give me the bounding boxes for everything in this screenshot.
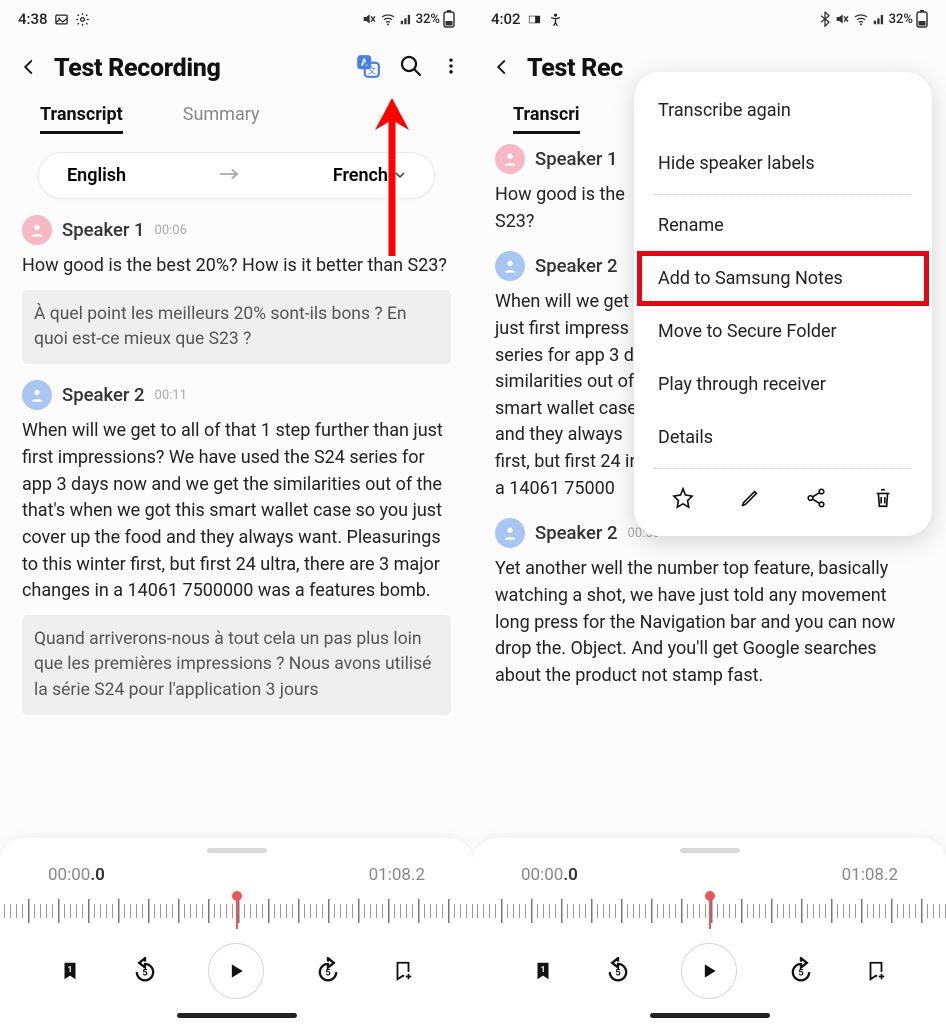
bookmark-button[interactable]: 1: [532, 959, 554, 983]
avatar-icon: [22, 380, 52, 410]
play-button[interactable]: [681, 943, 737, 999]
add-bookmark-button[interactable]: [392, 959, 414, 983]
search-icon[interactable]: [399, 54, 423, 83]
wifi-icon: [380, 11, 396, 27]
speaker-label: Speaker 2: [535, 255, 618, 277]
utterance-text: When will we get to all of that 1 step f…: [22, 418, 451, 604]
timestamp: 00:06: [155, 223, 187, 238]
add-bookmark-button[interactable]: [865, 959, 887, 983]
transcript-segment: Speaker 2 00:50 Yet another well the num…: [495, 518, 924, 689]
speaker-label: Speaker 1: [535, 148, 618, 170]
transcript-segment: Speaker 2 00:11 When will we get to all …: [22, 380, 451, 715]
status-bar: 4:02 32%: [473, 0, 946, 34]
timestamp: 00:11: [155, 388, 187, 403]
trash-icon[interactable]: [872, 487, 894, 514]
time-total: 01:08.2: [369, 865, 425, 885]
back-button[interactable]: [12, 50, 46, 86]
tab-summary[interactable]: Summary: [183, 104, 260, 134]
avatar-icon: [22, 215, 52, 245]
battery-percent: 32%: [416, 12, 440, 27]
lang-to: French: [333, 165, 388, 186]
svg-text:5: 5: [326, 968, 331, 979]
translation-text: À quel point les meilleurs 20% sont-ils …: [22, 290, 451, 365]
utterance-text: Yet another well the number top feature,…: [495, 556, 924, 689]
time-current: 00:00.0: [48, 865, 105, 885]
menu-move-secure[interactable]: Move to Secure Folder: [634, 305, 932, 358]
edit-icon[interactable]: [739, 487, 761, 514]
play-button[interactable]: [208, 943, 264, 999]
status-bar: 4:38 32%: [0, 0, 473, 34]
translate-icon[interactable]: A文: [355, 53, 381, 84]
svg-text:5: 5: [799, 968, 804, 979]
card-icon: [527, 12, 542, 27]
drag-handle[interactable]: [680, 848, 740, 853]
nav-handle[interactable]: [177, 1013, 297, 1018]
speaker-label: Speaker 1: [62, 219, 145, 241]
context-menu: Transcribe again Hide speaker labels Ren…: [634, 72, 932, 536]
wifi-icon: [853, 11, 869, 27]
audio-player: 00:00.0 01:08.2 1 5 5: [0, 838, 473, 1024]
tab-transcript[interactable]: Transcript: [40, 104, 123, 134]
battery-icon: [916, 10, 928, 28]
rewind-5-button[interactable]: 5: [131, 957, 159, 985]
signal-icon: [399, 12, 413, 26]
menu-details[interactable]: Details: [634, 411, 932, 464]
forward-5-button[interactable]: 5: [787, 957, 815, 985]
translation-text: Quand arriverons-nous à tout cela un pas…: [22, 615, 451, 715]
waveform-scrubber[interactable]: [473, 895, 946, 929]
time-total: 01:08.2: [842, 865, 898, 885]
arrow-right-icon: [218, 165, 240, 186]
gear-icon: [75, 12, 90, 27]
nav-handle[interactable]: [650, 1013, 770, 1018]
star-icon[interactable]: [672, 487, 694, 514]
speaker-label: Speaker 2: [62, 384, 145, 406]
menu-play-receiver[interactable]: Play through receiver: [634, 358, 932, 411]
menu-transcribe-again[interactable]: Transcribe again: [634, 84, 932, 137]
lang-from: English: [67, 165, 126, 186]
time-current: 00:00.0: [521, 865, 578, 885]
svg-text:1: 1: [68, 965, 73, 975]
menu-hide-speaker-labels[interactable]: Hide speaker labels: [634, 137, 932, 190]
battery-icon: [443, 10, 455, 28]
svg-text:5: 5: [615, 968, 620, 979]
signal-icon: [872, 12, 886, 26]
playhead[interactable]: [709, 895, 711, 929]
svg-text:文: 文: [367, 64, 376, 76]
bluetooth-icon: [819, 11, 831, 27]
svg-text:5: 5: [142, 968, 147, 979]
transcript-segment: Speaker 1 00:06 How good is the best 20%…: [22, 215, 451, 364]
tab-transcript[interactable]: Transcri: [513, 104, 580, 134]
menu-add-to-notes[interactable]: Add to Samsung Notes: [640, 254, 926, 303]
status-time: 4:38: [18, 10, 48, 28]
avatar-icon: [495, 251, 525, 281]
mute-icon: [834, 11, 850, 27]
utterance-text: When will we get just first impress seri…: [495, 289, 650, 502]
utterance-text: How good is the best 20%? How is it bett…: [22, 253, 451, 280]
language-selector[interactable]: English French: [38, 152, 435, 199]
image-icon: [54, 12, 69, 27]
menu-rename[interactable]: Rename: [634, 199, 932, 252]
waveform-scrubber[interactable]: [0, 895, 473, 929]
mute-icon: [361, 11, 377, 27]
audio-player: 00:00.0 01:08.2 1 5 5: [473, 838, 946, 1024]
status-time: 4:02: [491, 10, 521, 28]
battery-percent: 32%: [889, 12, 913, 27]
accessibility-icon: [548, 12, 563, 27]
drag-handle[interactable]: [207, 848, 267, 853]
menu-separator: [654, 194, 912, 195]
chevron-down-icon: [394, 169, 406, 183]
bookmark-button[interactable]: 1: [59, 959, 81, 983]
playhead[interactable]: [236, 895, 238, 929]
avatar-icon: [495, 518, 525, 548]
back-button[interactable]: [485, 50, 519, 86]
page-title: Test Recording: [54, 54, 347, 83]
menu-separator: [654, 468, 912, 469]
more-icon[interactable]: [441, 55, 461, 82]
rewind-5-button[interactable]: 5: [604, 957, 632, 985]
avatar-icon: [495, 144, 525, 174]
forward-5-button[interactable]: 5: [314, 957, 342, 985]
speaker-label: Speaker 2: [535, 522, 618, 544]
share-icon[interactable]: [805, 487, 827, 514]
svg-text:1: 1: [541, 965, 546, 975]
